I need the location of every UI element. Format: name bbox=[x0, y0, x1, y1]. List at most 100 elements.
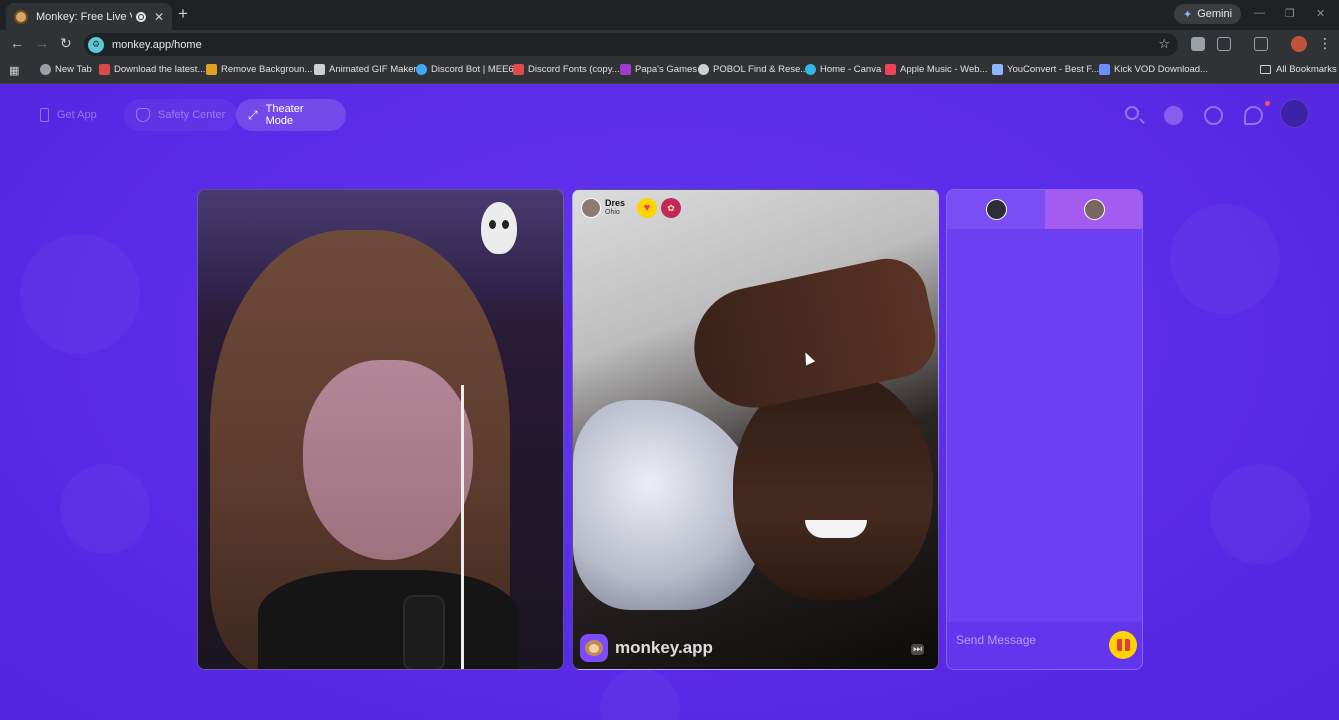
bookmark-item[interactable]: Discord Bot | MEE6 bbox=[416, 64, 514, 75]
reload-icon[interactable]: ↻ bbox=[60, 35, 72, 52]
monkey-face-icon bbox=[585, 640, 603, 656]
messages-icon[interactable] bbox=[1244, 106, 1263, 125]
side-panel-icon[interactable] bbox=[1254, 37, 1268, 51]
bookmark-item[interactable]: YouConvert - Best F... bbox=[992, 64, 1099, 75]
kick-icon bbox=[1099, 64, 1110, 75]
phone-icon bbox=[40, 108, 49, 122]
globe-icon bbox=[40, 64, 51, 75]
gif-icon bbox=[314, 64, 325, 75]
video-subject-body bbox=[258, 570, 518, 669]
ghostface-mask-decoration bbox=[481, 202, 517, 254]
bookmark-item[interactable]: Discord Fonts (copy... bbox=[513, 64, 620, 75]
game-icon bbox=[620, 64, 631, 75]
extensions-puzzle-icon[interactable] bbox=[1217, 37, 1231, 51]
get-app-label: Get App bbox=[57, 109, 97, 121]
bookmarks-bar: ▦ New Tab Download the latest... Remove … bbox=[0, 58, 1339, 84]
address-bar-row: ← → ↻ ⚙ monkey.app/home ☆ ⋮ bbox=[0, 30, 1339, 58]
download-icon bbox=[99, 64, 110, 75]
site-info-icon[interactable]: ⚙ bbox=[88, 36, 104, 53]
bot-icon bbox=[416, 64, 427, 75]
gift-icon bbox=[1116, 639, 1130, 651]
globe-icon bbox=[698, 64, 709, 75]
gift-button[interactable] bbox=[1109, 631, 1137, 659]
window-close-button[interactable]: ✕ bbox=[1316, 7, 1325, 20]
background-decoration bbox=[600, 669, 680, 720]
new-tab-button[interactable]: + bbox=[178, 5, 188, 22]
remote-avatar bbox=[1083, 199, 1105, 220]
local-video-panel bbox=[197, 189, 564, 670]
monkey-page: Get App Safety Center ⤢ Theater Mode Dre… bbox=[0, 84, 1339, 720]
user-avatar[interactable] bbox=[1280, 99, 1309, 128]
extension-icon[interactable] bbox=[1191, 37, 1205, 51]
all-bookmarks-button[interactable]: All Bookmarks bbox=[1260, 64, 1337, 75]
skip-next-icon[interactable]: ⏭ bbox=[911, 644, 924, 655]
brand-text: monkey.app bbox=[615, 638, 713, 657]
background-decoration bbox=[60, 464, 150, 554]
coin-icon[interactable] bbox=[1164, 106, 1183, 125]
gemini-button[interactable]: ✦ Gemini bbox=[1174, 4, 1242, 24]
tab-close-icon[interactable]: ✕ bbox=[154, 10, 164, 24]
browser-tab-bar: Monkey: Free Live Video Ch ✕ + ✦ Gemini … bbox=[0, 0, 1339, 30]
monkey-watermark: monkey.app bbox=[580, 634, 713, 662]
recording-indicator-icon bbox=[136, 11, 146, 22]
background-decoration bbox=[20, 234, 140, 354]
chat-panel: Send Message bbox=[946, 189, 1143, 670]
theater-mode-label: Theater Mode bbox=[265, 103, 304, 127]
safety-center-button[interactable]: Safety Center bbox=[124, 99, 238, 131]
self-avatar bbox=[985, 199, 1007, 220]
shield-icon bbox=[136, 108, 150, 122]
gemini-sparkle-icon: ✦ bbox=[1183, 8, 1193, 21]
remote-user-name: Dres bbox=[605, 198, 626, 208]
get-app-button[interactable]: Get App bbox=[28, 99, 109, 131]
earphone-cord bbox=[461, 385, 464, 669]
bookmark-item[interactable]: New Tab bbox=[40, 64, 92, 75]
microphone bbox=[403, 595, 445, 669]
bookmark-star-icon[interactable]: ☆ bbox=[1158, 36, 1170, 52]
browser-profile-avatar[interactable] bbox=[1291, 36, 1307, 52]
bookmark-item[interactable]: Remove Backgroun... bbox=[206, 64, 312, 75]
browser-tab-active[interactable]: Monkey: Free Live Video Ch ✕ bbox=[6, 3, 172, 30]
bookmark-item[interactable]: Apple Music - Web... bbox=[885, 64, 987, 75]
search-icon[interactable] bbox=[1125, 106, 1139, 120]
remote-user-chip[interactable]: Dres Ohio ♥ ✿ bbox=[581, 198, 682, 218]
folder-icon bbox=[1260, 65, 1271, 74]
back-arrow-icon[interactable]: ← bbox=[10, 35, 24, 51]
chat-tab-self[interactable] bbox=[947, 190, 1045, 229]
browser-menu-icon[interactable]: ⋮ bbox=[1318, 35, 1332, 52]
bookmark-item[interactable]: Papa's Games bbox=[620, 64, 697, 75]
bookmark-item[interactable]: Animated GIF Maker bbox=[314, 64, 417, 75]
minimize-button[interactable]: — bbox=[1254, 7, 1265, 19]
safety-center-label: Safety Center bbox=[158, 109, 226, 121]
monkey-logo-icon bbox=[580, 634, 608, 662]
chat-tab-remote[interactable] bbox=[1045, 190, 1142, 229]
background-decoration bbox=[1170, 204, 1280, 314]
message-placeholder[interactable]: Send Message bbox=[956, 633, 1036, 647]
convert-icon bbox=[992, 64, 1003, 75]
expand-icon: ⤢ bbox=[248, 107, 258, 122]
gemini-label: Gemini bbox=[1197, 8, 1233, 20]
forward-arrow-icon[interactable]: → bbox=[35, 35, 49, 51]
image-icon bbox=[206, 64, 217, 75]
video-subject-face bbox=[303, 360, 473, 560]
url-text[interactable]: monkey.app/home bbox=[112, 39, 202, 51]
canva-icon bbox=[805, 64, 816, 75]
bookmark-item[interactable]: Download the latest... bbox=[99, 64, 205, 75]
monkey-favicon-icon bbox=[14, 9, 28, 24]
chat-messages bbox=[947, 229, 1142, 624]
apps-grid-icon[interactable]: ▦ bbox=[9, 64, 19, 77]
history-clock-icon[interactable] bbox=[1204, 106, 1223, 125]
tab-title: Monkey: Free Live Video Ch bbox=[36, 10, 132, 23]
message-input[interactable]: Send Message bbox=[947, 622, 1142, 669]
bookmark-item[interactable]: Kick VOD Download... bbox=[1099, 64, 1208, 75]
heart-icon[interactable]: ♥ bbox=[637, 198, 658, 218]
chat-tabs bbox=[947, 190, 1142, 229]
restore-button[interactable]: ❐ bbox=[1285, 7, 1295, 20]
bookmark-item[interactable]: POBOL Find & Rese... bbox=[698, 64, 808, 75]
bookmark-item[interactable]: Home - Canva bbox=[805, 64, 881, 75]
badge-icon[interactable]: ✿ bbox=[661, 198, 682, 218]
font-icon bbox=[513, 64, 524, 75]
music-icon bbox=[885, 64, 896, 75]
theater-mode-button[interactable]: ⤢ Theater Mode bbox=[236, 99, 346, 131]
omnibox[interactable]: ⚙ monkey.app/home ☆ bbox=[84, 33, 1178, 56]
remote-user-avatar[interactable] bbox=[581, 198, 601, 218]
